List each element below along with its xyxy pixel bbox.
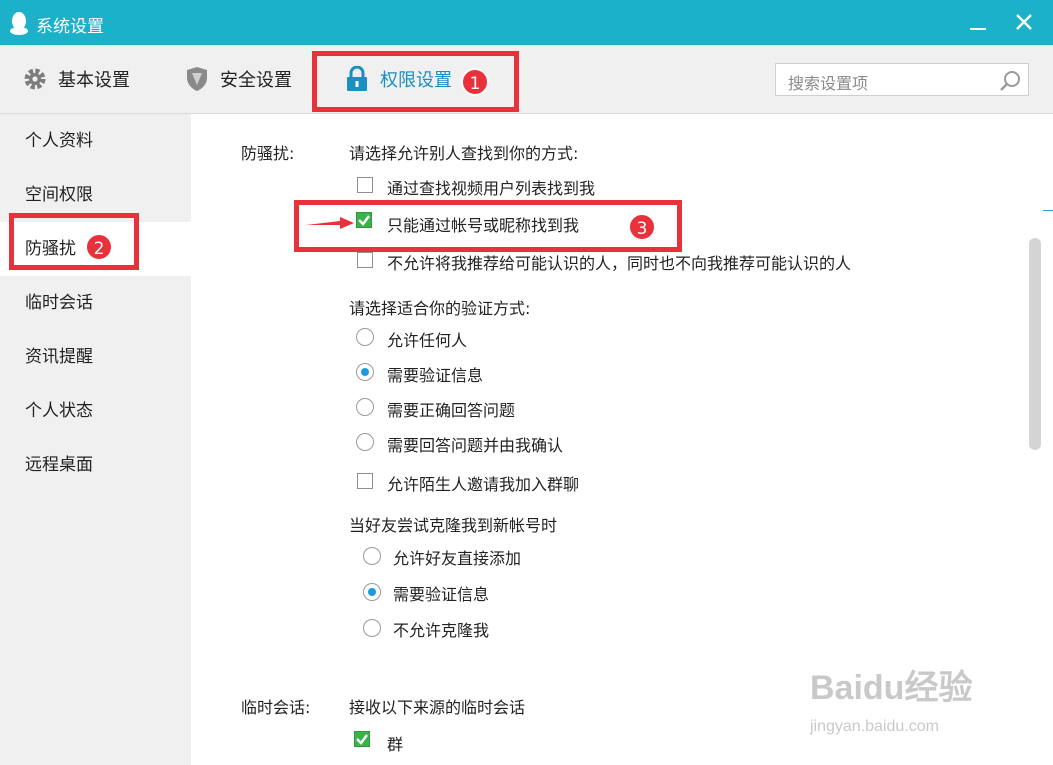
step-badge-2: 2 bbox=[85, 233, 113, 261]
red-arrow-icon bbox=[306, 217, 354, 229]
qq-penguin-icon bbox=[10, 12, 28, 35]
sidebar-item-profile[interactable]: 个人资料 bbox=[0, 114, 191, 168]
checkmark-icon bbox=[356, 734, 368, 745]
clone-need-info-radio[interactable] bbox=[363, 583, 381, 601]
temp-chat-group-checkbox[interactable] bbox=[354, 731, 370, 747]
find-method-prompt: 请选择允许别人查找到你的方式: bbox=[349, 144, 579, 163]
search-placeholder: 搜索设置项 bbox=[788, 74, 869, 93]
close-icon[interactable] bbox=[1010, 8, 1038, 36]
tab-label: 安全设置 bbox=[220, 70, 292, 91]
option-label: 允许好友直接添加 bbox=[393, 549, 522, 568]
option-label: 通过查找视频用户列表找到我 bbox=[387, 179, 596, 198]
minimize-icon[interactable] bbox=[966, 8, 992, 36]
settings-tab-bar: 基本设置 安全设置 权限设置 搜索设置项 bbox=[0, 45, 1053, 114]
shield-icon bbox=[187, 67, 207, 91]
verify-need-info-radio[interactable] bbox=[356, 363, 374, 381]
sidebar-item-news-alert[interactable]: 资讯提醒 bbox=[0, 330, 191, 384]
option-label: 需要正确回答问题 bbox=[387, 401, 516, 420]
sidebar-item-personal-status[interactable]: 个人状态 bbox=[0, 384, 191, 438]
option-label: 群 bbox=[387, 735, 404, 754]
clone-allow-direct-radio[interactable] bbox=[363, 547, 381, 565]
sidebar-item-remote-desktop[interactable]: 远程桌面 bbox=[0, 438, 191, 492]
sidebar: 个人资料 空间权限 防骚扰 临时会话 资讯提醒 个人状态 远程桌面 bbox=[0, 114, 191, 765]
background-window-edge bbox=[1043, 210, 1053, 211]
option-label: 不允许克隆我 bbox=[393, 621, 490, 640]
find-by-video-list-checkbox[interactable] bbox=[357, 177, 373, 193]
option-label: 需要验证信息 bbox=[387, 366, 484, 385]
tab-security-settings[interactable]: 安全设置 bbox=[184, 45, 292, 113]
verify-method-prompt: 请选择适合你的验证方式: bbox=[349, 299, 531, 318]
verify-answer-confirm-radio[interactable] bbox=[356, 433, 374, 451]
option-label: 不允许将我推荐给可能认识的人，同时也不向我推荐可能认识的人 bbox=[387, 254, 852, 273]
option-label: 允许任何人 bbox=[387, 331, 468, 350]
search-input[interactable]: 搜索设置项 bbox=[775, 63, 1029, 96]
window-title: 系统设置 bbox=[36, 17, 104, 37]
highlight-box-anti-harassment bbox=[9, 213, 139, 270]
clone-prompt: 当好友尝试克隆我到新帐号时 bbox=[349, 516, 558, 535]
title-bar: 系统设置 bbox=[0, 0, 1053, 45]
temp-chat-section-label: 临时会话: bbox=[241, 698, 311, 717]
group-invite-checkbox[interactable] bbox=[357, 473, 373, 489]
tab-label: 基本设置 bbox=[58, 70, 130, 91]
baidu-jingyan-watermark: Baidu经验 bbox=[810, 669, 973, 707]
clone-disallow-radio[interactable] bbox=[363, 619, 381, 637]
watermark-url: jingyan.baidu.com bbox=[810, 718, 939, 735]
search-icon[interactable] bbox=[998, 68, 1024, 94]
option-label: 允许陌生人邀请我加入群聊 bbox=[387, 475, 580, 494]
gear-icon bbox=[24, 68, 46, 90]
no-recommend-checkbox[interactable] bbox=[357, 252, 373, 268]
option-label: 需要验证信息 bbox=[393, 585, 490, 604]
sidebar-item-temp-chat[interactable]: 临时会话 bbox=[0, 276, 191, 330]
tab-basic-settings[interactable]: 基本设置 bbox=[22, 45, 130, 113]
verify-answer-question-radio[interactable] bbox=[356, 398, 374, 416]
step-badge-3: 3 bbox=[628, 213, 656, 241]
option-label: 需要回答问题并由我确认 bbox=[387, 436, 564, 455]
step-badge-1: 1 bbox=[461, 68, 489, 96]
anti-harassment-section-label: 防骚扰: bbox=[241, 144, 295, 163]
verify-allow-anyone-radio[interactable] bbox=[356, 328, 374, 346]
temp-chat-prompt: 接收以下来源的临时会话 bbox=[349, 698, 526, 717]
vertical-scrollbar[interactable] bbox=[1029, 238, 1041, 450]
